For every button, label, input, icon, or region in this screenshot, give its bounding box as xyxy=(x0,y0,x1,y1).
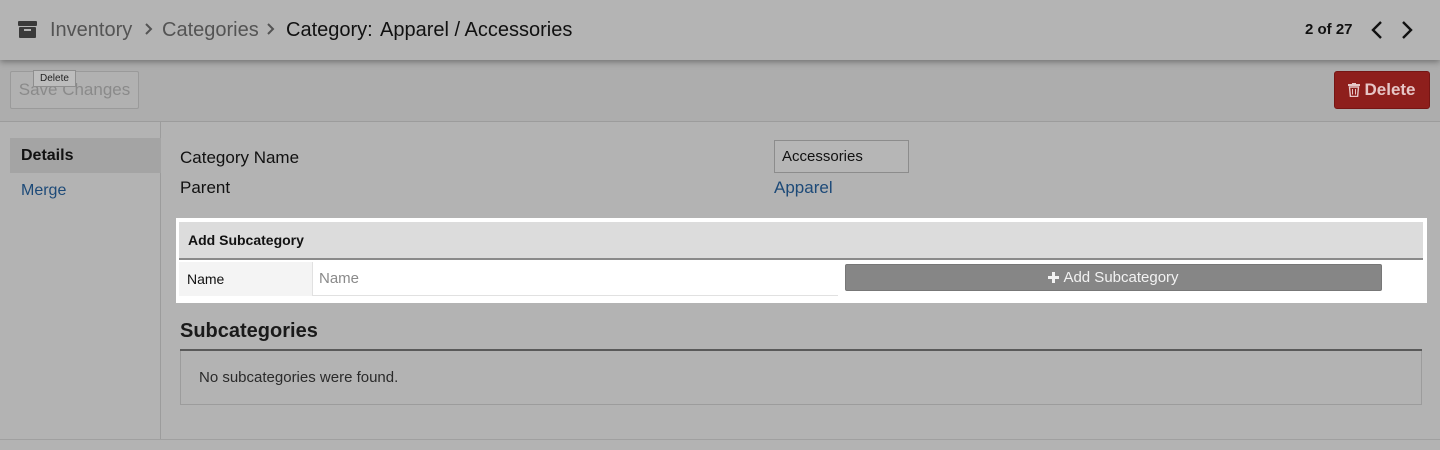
category-name-input[interactable] xyxy=(774,140,909,173)
archive-box-icon xyxy=(18,21,37,38)
subcategories-heading: Subcategories xyxy=(180,320,318,342)
subcategory-name-input[interactable] xyxy=(313,262,838,296)
chevron-right-icon xyxy=(145,23,153,35)
sidebar-item-merge[interactable]: Merge xyxy=(10,173,161,208)
breadcrumb-current-value: Apparel / Accessories xyxy=(380,19,573,41)
add-subcategory-heading: Add Subcategory xyxy=(179,222,1423,260)
sidebar-item-details[interactable]: Details xyxy=(10,138,161,173)
plus-icon xyxy=(1048,272,1060,283)
pager-count: 2 of 27 xyxy=(1305,21,1353,38)
toolbar: Save Changes Delete Delete xyxy=(0,60,1440,122)
header-bar: Inventory Categories Category: Apparel /… xyxy=(0,0,1440,60)
parent-link[interactable]: Apparel xyxy=(774,178,833,198)
trash-icon xyxy=(1348,83,1361,97)
add-subcategory-button-label: Add Subcategory xyxy=(1063,269,1179,286)
breadcrumb-inventory[interactable]: Inventory xyxy=(50,18,132,42)
chevron-left-icon xyxy=(1371,21,1382,39)
chevron-right-icon xyxy=(267,23,275,35)
breadcrumb-current-label: Category: xyxy=(286,19,373,41)
sidebar: Details Merge xyxy=(0,122,161,440)
delete-tooltip: Delete xyxy=(33,70,76,87)
previous-button[interactable] xyxy=(1367,18,1387,42)
subcategories-empty-message: No subcategories were found. xyxy=(180,351,1422,405)
delete-button[interactable]: Delete xyxy=(1334,71,1430,109)
delete-button-label: Delete xyxy=(1364,80,1416,99)
next-button[interactable] xyxy=(1397,18,1417,42)
breadcrumb-categories[interactable]: Categories xyxy=(162,18,259,42)
add-subcategory-button[interactable]: Add Subcategory xyxy=(845,264,1382,291)
add-subcategory-panel: Add Subcategory Name Add Subcategory xyxy=(176,218,1427,303)
subcategory-name-label: Name xyxy=(179,262,313,296)
divider xyxy=(0,439,1440,440)
parent-label: Parent xyxy=(180,178,231,197)
chevron-right-icon xyxy=(1402,21,1413,39)
category-name-label: Category Name xyxy=(180,148,300,167)
